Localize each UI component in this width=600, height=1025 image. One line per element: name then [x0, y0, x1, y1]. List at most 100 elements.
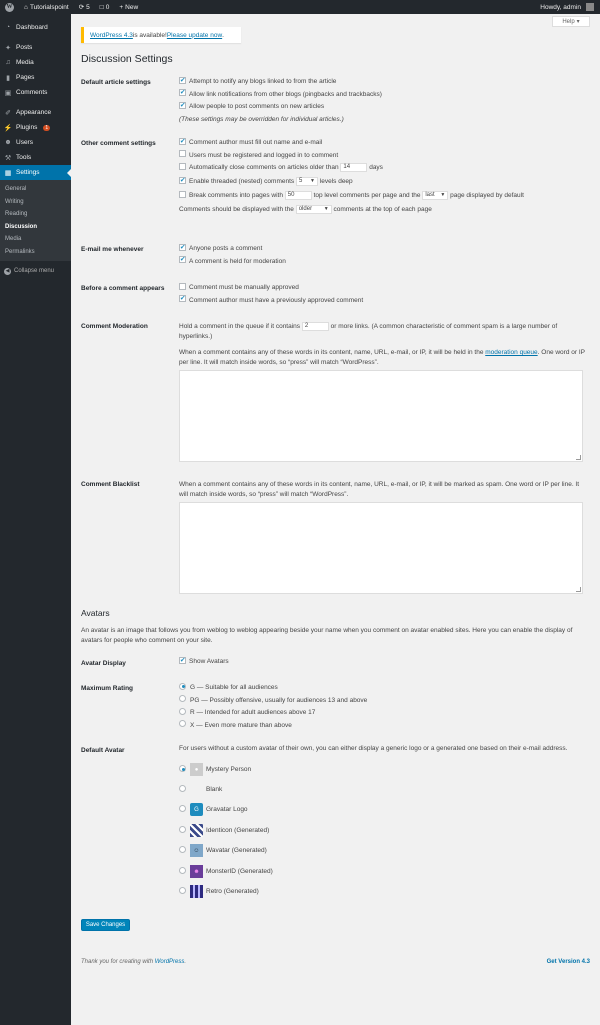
- rating-r-option[interactable]: R — Intended for adult audiences above 1…: [179, 707, 367, 721]
- avatar-mystery-radio[interactable]: [179, 765, 186, 772]
- notify-blogs-checkbox[interactable]: [179, 76, 186, 85]
- pingbacks-checkbox[interactable]: [179, 88, 186, 97]
- site-name-menu[interactable]: ⌂ Tutorialspoint: [19, 0, 74, 14]
- avatar-wavatar-option[interactable]: ☺ Wavatar (Generated): [179, 844, 267, 857]
- updates-menu[interactable]: ⟳ 5: [74, 0, 95, 14]
- allow-comments-checkbox[interactable]: [179, 101, 186, 110]
- notify-posts-option[interactable]: Anyone posts a comment: [179, 243, 286, 257]
- submenu-general[interactable]: General: [0, 183, 71, 196]
- submenu-discussion[interactable]: Discussion: [0, 221, 71, 234]
- updates-icon: ⟳: [78, 4, 85, 11]
- avatar-retro-option[interactable]: Retro (Generated): [179, 885, 259, 898]
- before-comment-label: Before a comment appears: [81, 285, 165, 292]
- page-title: Discussion Settings: [81, 53, 173, 65]
- previously-approved-option[interactable]: Comment author must have a previously ap…: [179, 294, 363, 309]
- allow-comments-option[interactable]: Allow people to post comments on new art…: [179, 101, 382, 115]
- update-now-link[interactable]: Please update now: [167, 32, 222, 39]
- avatar-gravatar-option[interactable]: G Gravatar Logo: [179, 803, 248, 816]
- default-article-label: Default article settings: [81, 79, 151, 86]
- avatar-retro-radio[interactable]: [179, 887, 186, 894]
- comments-menu[interactable]: □ 0: [95, 0, 115, 14]
- comment-bubble-icon: □: [99, 3, 104, 11]
- submenu-writing[interactable]: Writing: [0, 196, 71, 209]
- dashboard-icon: ◔: [5, 24, 11, 31]
- comment-moderation-label: Comment Moderation: [81, 323, 148, 330]
- submenu-media[interactable]: Media: [0, 233, 71, 246]
- sidebar-item-users[interactable]: ☻ Users: [0, 135, 71, 150]
- sidebar-item-dashboard[interactable]: ◔ Dashboard: [0, 20, 71, 35]
- submenu-permalinks[interactable]: Permalinks: [0, 246, 71, 259]
- show-avatars-option[interactable]: Show Avatars: [179, 656, 229, 666]
- avatar-monsterid-radio[interactable]: [179, 867, 186, 874]
- account-menu[interactable]: Howdy, admin: [535, 0, 600, 14]
- require-registration-checkbox[interactable]: [179, 150, 186, 158]
- avatars-heading: Avatars: [81, 608, 110, 618]
- require-name-email-checkbox[interactable]: [179, 137, 186, 146]
- settings-submenu: General Writing Reading Discussion Media…: [0, 180, 71, 261]
- blacklist-keys-textarea[interactable]: [179, 502, 583, 594]
- rating-x-option[interactable]: X — Even more mature than above: [179, 720, 367, 734]
- require-registration-option[interactable]: Users must be registered and logged in t…: [179, 150, 524, 164]
- moderation-keys-textarea[interactable]: [179, 370, 583, 462]
- avatar-wavatar-radio[interactable]: [179, 846, 186, 853]
- threaded-comments-checkbox[interactable]: [179, 176, 186, 185]
- sidebar-item-settings[interactable]: ▦ Settings: [0, 165, 71, 180]
- notify-blogs-option[interactable]: Attempt to notify any blogs linked to fr…: [179, 76, 382, 90]
- page-icon: ▮: [6, 74, 10, 82]
- default-comments-page-select[interactable]: last ▼: [422, 191, 449, 200]
- previously-approved-checkbox[interactable]: [179, 294, 186, 303]
- default-article-fieldset: Attempt to notify any blogs linked to fr…: [179, 76, 382, 127]
- thread-depth-select[interactable]: 5 ▼: [295, 177, 318, 186]
- save-changes-button[interactable]: Save Changes: [81, 919, 130, 931]
- avatar-identicon-radio[interactable]: [179, 826, 186, 833]
- wp-logo-menu[interactable]: W: [0, 0, 19, 14]
- comments-per-page-input[interactable]: 50: [284, 191, 312, 200]
- get-version-link[interactable]: Get Version 4.3: [547, 959, 590, 965]
- require-name-email-option[interactable]: Comment author must fill out name and e-…: [179, 137, 524, 151]
- rating-g-option[interactable]: G — Suitable for all audiences: [179, 682, 367, 696]
- moderation-queue-link[interactable]: moderation queue: [485, 349, 537, 356]
- avatar-blank-radio[interactable]: [179, 785, 186, 792]
- avatar-blank-option[interactable]: Blank: [179, 783, 222, 796]
- rating-pg-radio[interactable]: [179, 695, 186, 703]
- notify-moderation-checkbox[interactable]: [179, 255, 186, 264]
- avatar-identicon-option[interactable]: Identicon (Generated): [179, 824, 269, 837]
- sidebar-item-plugins[interactable]: ⚡ Plugins 1: [0, 120, 71, 135]
- comment-order-select[interactable]: older ▼: [295, 205, 332, 214]
- sidebar-item-tools[interactable]: ⚒ Tools: [0, 150, 71, 165]
- blacklist-description: When a comment contains any of these wor…: [179, 481, 580, 498]
- avatar-mystery-option[interactable]: ● Mystery Person: [179, 763, 251, 776]
- help-tab-button[interactable]: Help ▾: [552, 16, 590, 27]
- collapse-menu-button[interactable]: ◀ Collapse menu: [0, 264, 71, 278]
- rating-pg-option[interactable]: PG — Possibly offensive, usually for aud…: [179, 695, 367, 709]
- collapse-arrow-icon: ◀: [4, 267, 11, 275]
- wordpress-version-link[interactable]: WordPress 4.3: [90, 32, 133, 39]
- close-comments-checkbox[interactable]: [179, 163, 186, 170]
- manual-approval-option[interactable]: Comment must be manually approved: [179, 282, 363, 296]
- show-avatars-checkbox[interactable]: [179, 656, 186, 665]
- manual-approval-checkbox[interactable]: [179, 282, 186, 290]
- sidebar-item-pages[interactable]: ▮ Pages: [0, 70, 71, 85]
- comments-count: 0: [105, 3, 110, 11]
- footer-thankyou: Thank you for creating with WordPress.: [81, 959, 187, 965]
- submenu-reading[interactable]: Reading: [0, 208, 71, 221]
- avatar-gravatar-radio[interactable]: [179, 805, 186, 812]
- notify-posts-checkbox[interactable]: [179, 243, 186, 252]
- moderation-links-input[interactable]: 2: [301, 322, 329, 331]
- sidebar-item-appearance[interactable]: ✐ Appearance: [0, 105, 71, 120]
- rating-r-radio[interactable]: [179, 707, 186, 715]
- new-content-menu[interactable]: + New: [114, 0, 143, 14]
- close-comments-days-input[interactable]: 14: [340, 163, 368, 172]
- avatar-monsterid-option[interactable]: ☻ MonsterID (Generated): [179, 865, 273, 878]
- sidebar-item-media[interactable]: ♫ Media: [0, 55, 71, 70]
- pingbacks-option[interactable]: Allow link notifications from other blog…: [179, 88, 382, 103]
- rating-g-radio[interactable]: [179, 682, 186, 690]
- notify-moderation-option[interactable]: A comment is held for moderation: [179, 255, 286, 270]
- wordpress-link[interactable]: WordPress: [155, 959, 185, 965]
- rating-x-radio[interactable]: [179, 720, 186, 728]
- sidebar-item-comments[interactable]: ▣ Comments: [0, 85, 71, 100]
- sidebar-item-posts[interactable]: ✦ Posts: [0, 40, 71, 55]
- moderation-description: When a comment contains any of these wor…: [179, 349, 585, 366]
- paged-comments-checkbox[interactable]: [179, 191, 186, 198]
- avatar: [586, 3, 594, 11]
